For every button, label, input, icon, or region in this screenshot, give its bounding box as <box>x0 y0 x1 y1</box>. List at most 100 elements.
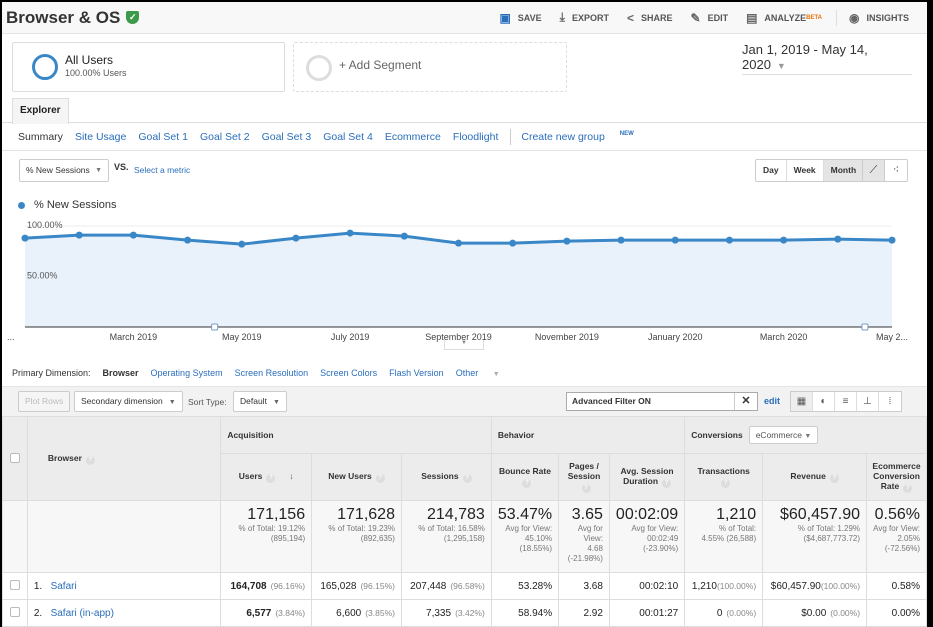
line-chart-icon[interactable]: ⟋ <box>863 160 885 181</box>
col-ecommerce-conversion-rate[interactable]: Ecommerce Conversion Rate? <box>866 453 927 501</box>
metric-select[interactable]: % New Sessions ▼ <box>19 159 109 182</box>
data-point <box>617 236 625 244</box>
help-icon[interactable]: ? <box>375 474 385 483</box>
period-day-button[interactable]: Day <box>756 160 787 181</box>
series-area <box>25 233 892 327</box>
dimension-operating-system[interactable]: Operating System <box>151 368 223 378</box>
y-axis-label: 100.00% <box>27 220 63 230</box>
pie-view-icon[interactable]: ◐ <box>813 392 835 411</box>
select-all-checkbox[interactable] <box>9 452 20 463</box>
col-pages-session[interactable]: Pages / Session? <box>558 453 610 501</box>
select-metric-link[interactable]: Select a metric <box>134 165 190 175</box>
sort-type-label: Sort Type: <box>188 397 227 407</box>
col-new-users[interactable]: New Users? <box>311 453 402 501</box>
total-cell: 1,210% of Total: 4.55% (26,588) <box>684 500 764 573</box>
help-icon[interactable]: ? <box>522 479 532 488</box>
subtab-floodlight[interactable]: Floodlight <box>453 131 499 143</box>
col-avg-session-duration[interactable]: Avg. Session Duration? <box>608 453 686 501</box>
divider <box>836 9 837 26</box>
table-view-icon[interactable]: ▦ <box>791 392 813 411</box>
x-tick-label: March 2020 <box>760 332 808 342</box>
subtab-goal-set-4[interactable]: Goal Set 4 <box>323 131 373 143</box>
subtab-summary[interactable]: Summary <box>18 131 63 143</box>
add-segment-button[interactable]: + Add Segment <box>293 42 567 92</box>
edit-filter-link[interactable]: edit <box>764 396 780 406</box>
export-button[interactable]: ⤓ EXPORT <box>560 10 609 25</box>
subtab-goal-set-2[interactable]: Goal Set 2 <box>200 131 250 143</box>
data-table: Browser? Acquisition Behavior Conversion… <box>2 416 927 627</box>
x-tick-label: ... <box>7 332 15 342</box>
col-revenue[interactable]: Revenue? <box>762 453 868 501</box>
analyze-button[interactable]: ▤ ANALYZE BETA <box>746 11 822 25</box>
help-icon[interactable]: ? <box>721 479 731 488</box>
performance-view-icon[interactable]: ≡ <box>835 392 857 411</box>
data-point <box>346 229 354 237</box>
col-sessions[interactable]: Sessions? <box>400 453 492 501</box>
date-range-picker[interactable]: Jan 1, 2019 - May 14, 2020 ▼ <box>742 42 912 75</box>
subtab-site-usage[interactable]: Site Usage <box>75 131 126 143</box>
data-point <box>455 239 462 247</box>
tab-explorer[interactable]: Explorer <box>12 98 69 124</box>
data-point <box>292 234 300 242</box>
data-point <box>184 236 192 244</box>
sort-type-select[interactable]: Default ▼ <box>233 391 287 412</box>
segment-all-users[interactable]: All Users 100.00% Users <box>12 42 285 92</box>
help-icon[interactable]: ? <box>903 484 913 493</box>
clear-filter-icon[interactable]: ✕ <box>734 393 757 410</box>
secondary-dimension-select[interactable]: Secondary dimension ▼ <box>74 391 183 412</box>
beta-badge: BETA <box>806 14 822 21</box>
x-tick-label: May 2019 <box>222 332 262 342</box>
dimension-flash-version[interactable]: Flash Version <box>389 368 444 378</box>
total-cell: $60,457.90% of Total: 1.29% ($4,687,773.7… <box>762 500 868 573</box>
help-icon[interactable]: ? <box>85 455 95 465</box>
insights-icon: ◉ <box>849 10 860 25</box>
chart-expander-handle[interactable]: ▼ <box>444 340 484 350</box>
acquisition-group-header: Acquisition <box>220 416 492 454</box>
pivot-view-icon[interactable]: ⦙ <box>879 392 901 411</box>
report-title: Browser & OS ✓ <box>6 8 140 28</box>
save-button[interactable]: ▣ SAVE <box>499 11 541 25</box>
share-button[interactable]: < SHARE <box>627 11 673 25</box>
dimension-browser[interactable]: Browser <box>103 368 139 378</box>
chevron-down-icon: ▼ <box>804 433 812 440</box>
legend-dot-icon <box>18 201 25 209</box>
col-transactions[interactable]: Transactions? <box>684 453 764 501</box>
advanced-filter-input[interactable]: Advanced Filter ON ✕ <box>566 392 758 411</box>
help-icon[interactable]: ? <box>266 474 276 483</box>
period-month-button[interactable]: Month <box>823 160 864 181</box>
browser-header[interactable]: Browser? <box>26 416 222 501</box>
total-cell: 214,783% of Total: 16.58% (1,295,158) <box>400 500 492 573</box>
data-point <box>563 237 571 245</box>
plot-rows-button[interactable]: Plot Rows <box>18 391 71 412</box>
chevron-down-icon: ▼ <box>168 399 176 406</box>
col-bounce-rate[interactable]: Bounce Rate? <box>490 453 560 501</box>
sort-desc-icon: ↓ <box>289 471 294 481</box>
subtab-goal-set-1[interactable]: Goal Set 1 <box>138 131 188 143</box>
help-icon[interactable]: ? <box>462 474 472 483</box>
dimension-other-dropdown[interactable]: Other ▼ <box>456 368 512 378</box>
x-tick-label: July 2019 <box>331 332 370 342</box>
data-point <box>75 231 83 239</box>
browser-link[interactable]: Safari (in-app) <box>51 608 114 619</box>
x-tick-label: May 2... <box>876 332 908 342</box>
data-point <box>400 232 408 240</box>
subtab-ecommerce[interactable]: Ecommerce <box>385 131 441 143</box>
share-icon: < <box>626 10 634 25</box>
conversion-type-select[interactable]: eCommerce ▼ <box>748 426 819 444</box>
dimension-screen-colors[interactable]: Screen Colors <box>320 368 377 378</box>
subtab-goal-set-3[interactable]: Goal Set 3 <box>262 131 312 143</box>
browser-link[interactable]: Safari <box>51 581 77 592</box>
help-icon[interactable]: ? <box>829 474 839 483</box>
row-checkbox[interactable] <box>9 579 20 590</box>
insights-button[interactable]: ◉ INSIGHTS <box>849 11 909 25</box>
help-icon[interactable]: ? <box>581 484 591 493</box>
edit-button[interactable]: ✎ EDIT <box>691 11 729 25</box>
comparison-view-icon[interactable]: ⊥ <box>857 392 879 411</box>
col-users[interactable]: Users? ↓ <box>220 453 313 501</box>
create-new-group-link[interactable]: Create new group NEW <box>521 131 645 143</box>
motion-chart-icon[interactable]: ⁖ <box>885 160 907 181</box>
row-checkbox[interactable] <box>9 606 20 617</box>
help-icon[interactable]: ? <box>662 479 672 488</box>
period-week-button[interactable]: Week <box>787 160 824 181</box>
dimension-screen-resolution[interactable]: Screen Resolution <box>235 368 309 378</box>
